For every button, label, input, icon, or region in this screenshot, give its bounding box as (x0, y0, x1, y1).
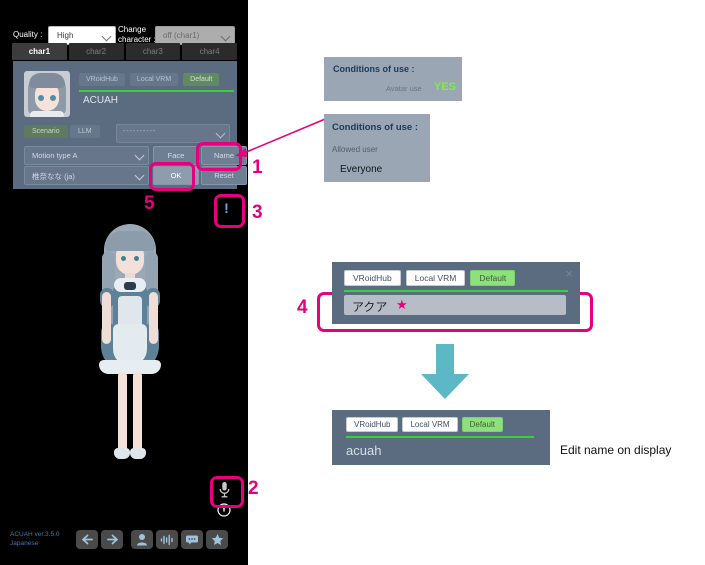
conditions-a-title: Conditions of use : (333, 64, 415, 74)
mode-scenario-button[interactable]: Scenario (24, 125, 68, 138)
chevron-down-icon (134, 150, 145, 161)
conditions-of-use-panel-b: Conditions of use : Allowed user Everyon… (324, 114, 430, 182)
figure5-divider (346, 436, 534, 438)
chevron-down-icon (134, 170, 145, 181)
figure5-tab-vroidhub[interactable]: VRoidHub (346, 417, 399, 432)
figure5-caption: Edit name on display (560, 443, 672, 457)
star-icon[interactable] (206, 530, 228, 549)
tab-char3[interactable]: char3 (125, 43, 181, 60)
model-eye-right (134, 256, 139, 261)
reset-button[interactable]: Reset (201, 166, 247, 185)
teal-down-arrow-icon (421, 344, 469, 399)
app-window: Quality : High Change character : off (c… (0, 0, 248, 565)
figure4-tabs: VRoidHub Local VRM Default (344, 270, 516, 286)
quality-label: Quality : (13, 30, 43, 39)
tab-vroidhub[interactable]: VRoidHub (79, 73, 125, 86)
top-bar: Quality : High Change character : off (c… (0, 12, 248, 45)
conditions-b-key: Allowed user (332, 145, 378, 154)
motion-type-select[interactable]: Motion type A (24, 146, 149, 165)
model-shoe-right (130, 448, 146, 459)
avatar-thumbnail[interactable] (24, 71, 70, 117)
avatar-bangs (29, 73, 65, 88)
version-line-1: ACUAH ver.3.5.0 (10, 531, 60, 538)
avatar-eye-right (50, 95, 56, 101)
figure5-tabs: VRoidHub Local VRM Default (346, 417, 503, 432)
conditions-of-use-panel-a: Conditions of use : Avatar use YES (324, 57, 462, 101)
model-arm-left (102, 292, 111, 344)
chevron-down-icon (215, 128, 226, 139)
mode-row: Scenario LLM ---------- (24, 124, 230, 143)
voice-select[interactable]: 椎奈なな (ja) (24, 166, 149, 185)
character-tabs: char1 char2 char3 char4 (12, 43, 237, 60)
tab-local-vrm[interactable]: Local VRM (129, 73, 179, 86)
chevron-down-icon (101, 31, 112, 42)
marker-2: 2 (248, 478, 259, 499)
figure5-display-name: acuah (346, 443, 382, 458)
chevron-down-icon (220, 31, 231, 42)
pointer-line (235, 116, 331, 157)
power-icon[interactable] (216, 502, 232, 518)
figure4-divider (344, 290, 568, 292)
model-arm-right (149, 292, 158, 344)
panel-divider (79, 90, 234, 92)
model-bangs (105, 231, 155, 251)
tab-char2[interactable]: char2 (68, 43, 124, 60)
info-exclamation-icon[interactable]: ! (217, 197, 236, 219)
figure4-tab-vroidhub[interactable]: VRoidHub (344, 270, 401, 286)
conditions-b-title: Conditions of use : (332, 122, 419, 133)
tab-char1[interactable]: char1 (12, 43, 67, 60)
model-shoe-left (114, 448, 130, 459)
microphone-icon[interactable] (213, 479, 235, 501)
mode-llm-button[interactable]: LLM (70, 125, 100, 138)
tab-char4[interactable]: char4 (182, 43, 237, 60)
motion-type-value: Motion type A (32, 151, 78, 160)
figure4-tab-local-vrm[interactable]: Local VRM (405, 270, 466, 286)
star-icon: ★ (396, 297, 408, 312)
model-leg-right (133, 372, 142, 452)
change-character-label: Change character : (118, 25, 156, 44)
version-line-2: Japanese (10, 539, 39, 547)
character-settings-panel: VRoidHub Local VRM Default ACUAH Scenari… (13, 61, 247, 189)
marker-1: 1 (252, 157, 263, 178)
voice-value: 椎奈なな (ja) (32, 172, 75, 181)
chat-icon[interactable] (181, 530, 203, 549)
person-icon[interactable] (131, 530, 153, 549)
marker-3: 3 (252, 202, 263, 223)
marker-4: 4 (297, 297, 308, 318)
close-icon[interactable]: × (565, 266, 573, 281)
figure5-tab-local-vrm[interactable]: Local VRM (402, 417, 458, 432)
change-character-value: off (char1) (163, 31, 200, 40)
name-input[interactable]: アクア ★ (344, 295, 566, 315)
conditions-b-value: Everyone (340, 164, 383, 175)
figure5-tab-default[interactable]: Default (461, 417, 503, 432)
conditions-a-value: YES (434, 81, 457, 93)
panel-character-name: ACUAH (83, 95, 119, 106)
forward-arrow-icon[interactable] (101, 530, 123, 549)
model-skirt-frill (99, 360, 161, 374)
source-tabs: VRoidHub Local VRM Default (79, 73, 220, 86)
tab-default[interactable]: Default (183, 73, 220, 86)
scenario-value: ---------- (123, 128, 157, 135)
conditions-a-key: Avatar use (386, 84, 422, 93)
scenario-select[interactable]: ---------- (116, 124, 230, 143)
back-arrow-icon[interactable] (76, 530, 98, 549)
voice-wave-icon[interactable] (156, 530, 178, 549)
avatar-eye-left (38, 95, 44, 101)
figure4-tab-default[interactable]: Default (470, 270, 516, 286)
ok-button[interactable]: OK (153, 166, 199, 185)
name-input-value: アクア (352, 300, 388, 314)
model-bow (124, 282, 136, 290)
display-name-result-panel: VRoidHub Local VRM Default acuah (332, 410, 550, 465)
model-eye-left (121, 256, 126, 261)
marker-5: 5 (144, 193, 155, 214)
avatar-collar (30, 111, 64, 117)
quality-value: High (57, 31, 74, 40)
version-text: ACUAH ver.3.5.0 Japanese (10, 531, 60, 548)
model-viewport[interactable] (0, 189, 248, 565)
character-model (85, 224, 175, 479)
face-button[interactable]: Face (153, 146, 199, 165)
name-entry-panel: VRoidHub Local VRM Default × アクア ★ (332, 262, 580, 324)
model-leg-left (118, 372, 127, 452)
